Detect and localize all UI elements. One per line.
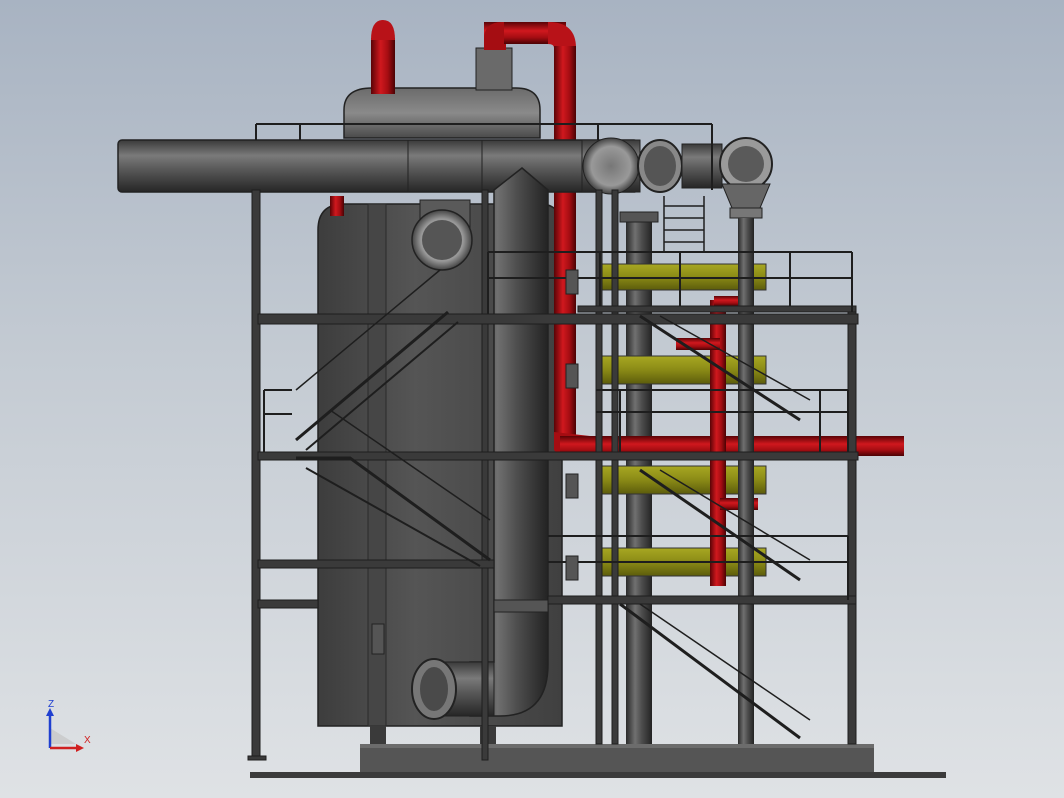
ground-slab <box>250 744 946 778</box>
x-axis-label: X <box>84 735 91 746</box>
z-axis-label: Z <box>48 699 55 710</box>
burner-nozzle <box>411 199 473 271</box>
axis-triad: Z X <box>40 700 100 760</box>
cad-viewport[interactable]: Z X <box>0 0 1064 798</box>
right-vertical-pipe <box>738 218 754 744</box>
boiler-plant-model <box>117 20 946 778</box>
